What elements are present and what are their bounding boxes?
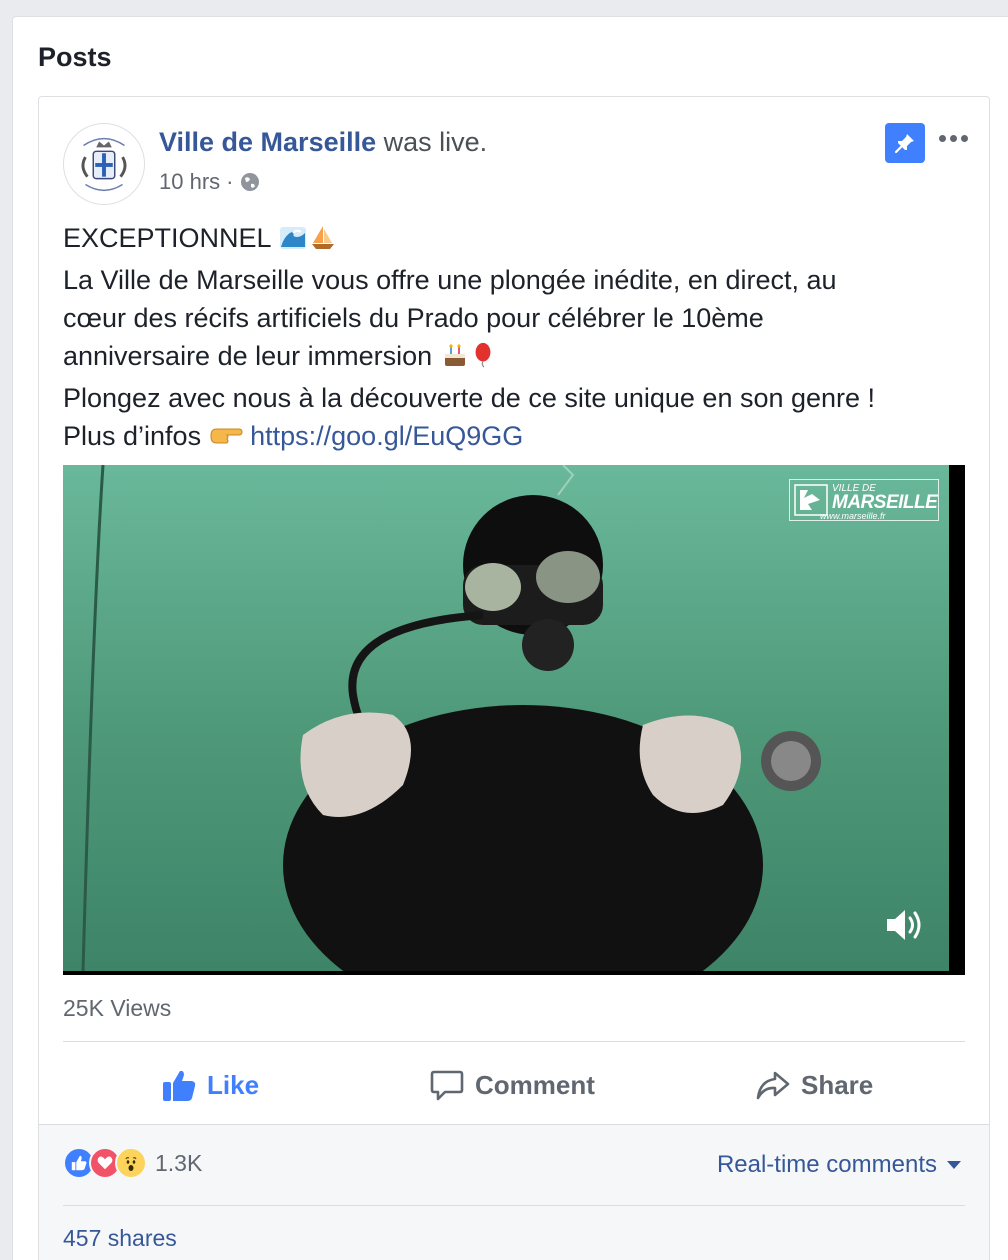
post-message: EXCEPTIONNEL La Ville de Marseille vous … [63,219,963,459]
share-label: Share [801,1069,874,1100]
pin-button[interactable] [885,123,925,163]
post-meta: 10 hrs · [159,169,261,195]
marseille-crest-icon [64,124,144,204]
divider [63,1041,965,1042]
post-card: Ville de Marseille was live. 10 hrs · EX… [38,96,990,1260]
post-line-3: cœur des récifs artificiels du Prado pou… [63,303,764,333]
comment-icon [430,1070,464,1101]
watermark-url-text: www.marseille.fr [820,511,886,521]
live-status-text: was live. [383,127,488,157]
divider [63,1205,965,1206]
balloon-emoji [470,341,496,379]
post-line-text: anniversaire de leur immersion [63,341,433,371]
pin-icon [894,134,914,154]
wave-emoji [278,223,308,261]
post-line-text: EXCEPTIONNEL [63,223,271,253]
share-count[interactable]: 457 shares [63,1225,177,1252]
dot-icon [960,134,968,142]
live-video-player[interactable]: VILLE DE MARSEILLE www.marseille.fr [63,465,965,975]
page-avatar[interactable] [63,123,145,205]
meta-separator: · [226,169,234,194]
post-link[interactable]: https://goo.gl/EuQ9GG [250,421,523,451]
volume-icon[interactable] [883,905,927,945]
pointing-hand-emoji [209,421,243,459]
more-options-button[interactable] [933,123,973,153]
thumbs-up-icon [163,1070,196,1101]
post-time[interactable]: 10 hrs [159,169,220,195]
dot-icon [949,134,957,142]
view-count: 25K Views [63,995,172,1021]
section-title: Posts [38,42,112,72]
cake-emoji [440,341,470,379]
like-label: Like [207,1069,260,1100]
realtime-comments-label: Real-time comments [716,1151,937,1178]
wow-reaction-icon [115,1147,147,1179]
diver-scene-image [63,465,949,971]
share-arrow-icon [756,1071,790,1100]
reaction-count[interactable]: 1.3K [155,1150,202,1177]
post-line-text: Plus d’infos [63,421,202,451]
reactions-summary[interactable]: 1.3K [63,1147,202,1179]
comment-button[interactable]: Comment [429,1065,595,1105]
post-line-5: Plongez avec nous à la découverte de ce … [63,383,876,413]
realtime-comments-dropdown[interactable]: Real-time comments [717,1151,961,1179]
post-line-4: anniversaire de leur immersion [63,337,963,379]
marseille-watermark: VILLE DE MARSEILLE www.marseille.fr [789,479,939,521]
sailboat-emoji [308,223,338,261]
author-name[interactable]: Ville de Marseille [159,127,376,157]
caret-down-icon [947,1161,961,1169]
dot-icon [938,134,946,142]
globe-icon[interactable] [239,171,261,193]
video-frame [63,465,949,971]
post-line-1: EXCEPTIONNEL [63,219,963,261]
post-line-2: La Ville de Marseille vous offre une plo… [63,265,837,295]
share-button[interactable]: Share [755,1065,873,1105]
post-summary: 1.3K Real-time comments 457 shares [39,1124,989,1260]
author-line: Ville de Marseille was live. [159,127,487,158]
post-line-6: Plus d’infos https://goo.gl/EuQ9GG [63,417,963,459]
like-button[interactable]: Like [161,1065,259,1105]
comment-label: Comment [475,1069,595,1100]
